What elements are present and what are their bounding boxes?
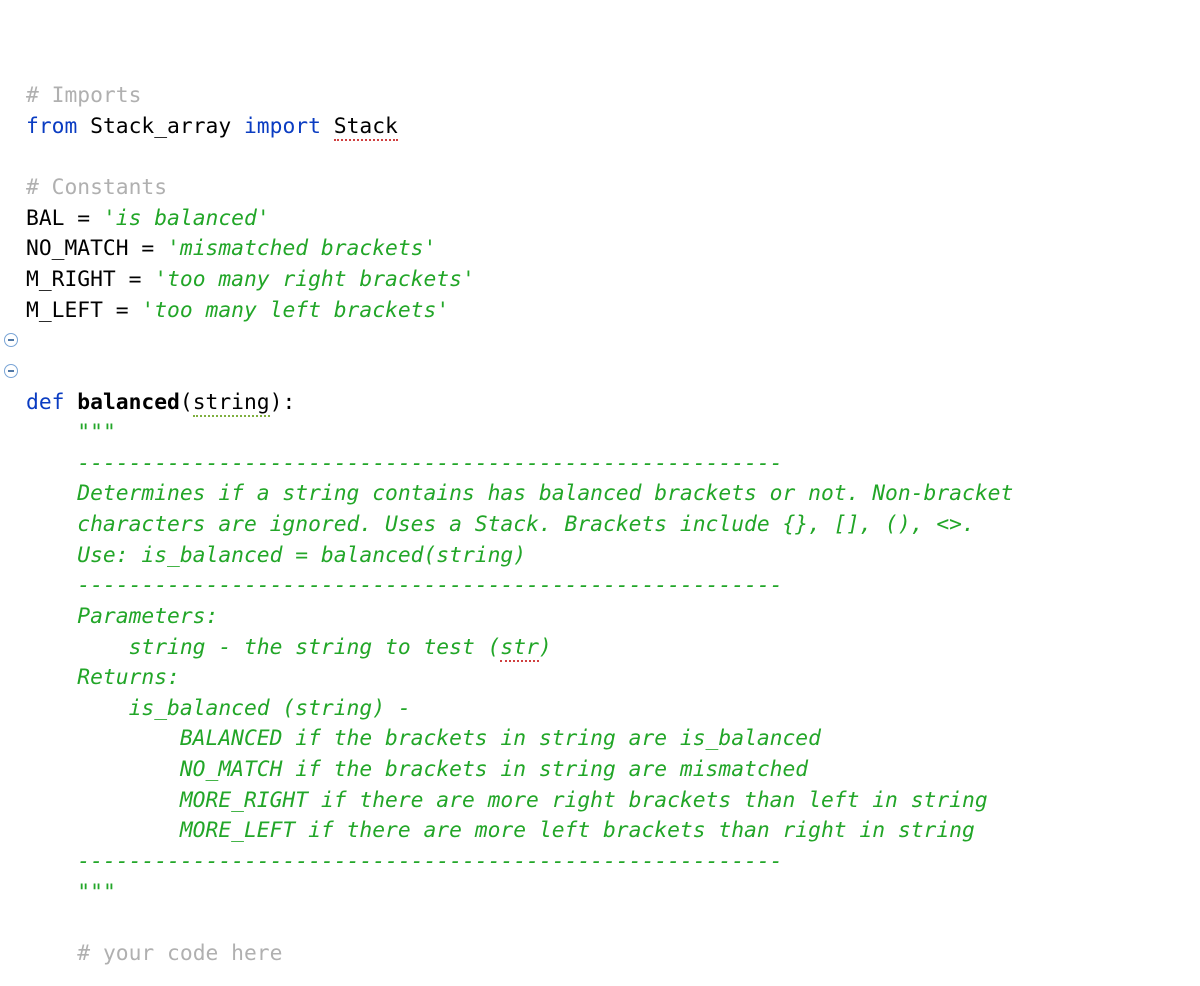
assignment: NO_MATCH = [26,236,167,261]
quote: ' [167,236,180,261]
code-editor: # Imports from Stack_array import Stack … [0,0,1200,986]
quote: ' [257,206,270,231]
string-literal: mismatched brackets [180,236,424,261]
docstring-open: """ [77,420,115,445]
docstring-line: Returns: [26,665,180,690]
paren: ( [180,390,193,415]
assignment: M_LEFT = [26,298,141,323]
gutter [0,0,24,92]
quote: ' [424,236,437,261]
docstring-spell: str [500,635,538,662]
comment: # Imports [26,83,141,108]
function-name: balanced [77,390,180,415]
assignment: BAL = [26,206,103,231]
docstring-line: ----------------------------------------… [26,573,783,598]
space [64,390,77,415]
quote: ' [103,206,116,231]
docstring-line: MORE_LEFT if there are more left bracket… [26,818,975,843]
docstring-line: string - the string to test ( [26,635,500,660]
quote: ' [462,267,475,292]
docstring-line: ) [539,635,552,660]
docstring-line: characters are ignored. Uses a Stack. Br… [26,512,975,537]
keyword-import: import [244,114,321,139]
paren: ): [270,390,296,415]
docstring-line: MORE_RIGHT if there are more right brack… [26,788,988,813]
fold-icon[interactable] [4,364,18,378]
docstring-line: ----------------------------------------… [26,451,783,476]
docstring-line: Parameters: [26,604,218,629]
keyword-def: def [26,390,64,415]
parameter: string [193,390,270,417]
space [321,114,334,139]
docstring-line: BALANCED if the brackets in string are i… [26,726,821,751]
module-name: Stack_array [77,114,244,139]
keyword-from: from [26,114,77,139]
docstring-line: Use: is_balanced = balanced(string) [26,543,526,568]
docstring-line: ----------------------------------------… [26,849,783,874]
string-literal: too many left brackets [154,298,436,323]
string-literal: is balanced [116,206,257,231]
assignment: M_RIGHT = [26,267,154,292]
comment: # your code here [77,941,282,966]
quote: ' [436,298,449,323]
docstring-line: is_balanced (string) - [26,696,411,721]
docstring-line: Determines if a string contains has bala… [26,481,1013,506]
docstring-close: """ [77,880,115,905]
fold-icon[interactable] [4,333,18,347]
docstring-line: NO_MATCH if the brackets in string are m… [26,757,808,782]
import-name: Stack [334,114,398,141]
string-literal: too many right brackets [167,267,462,292]
quote: ' [154,267,167,292]
quote: ' [141,298,154,323]
comment: # Constants [26,175,167,200]
